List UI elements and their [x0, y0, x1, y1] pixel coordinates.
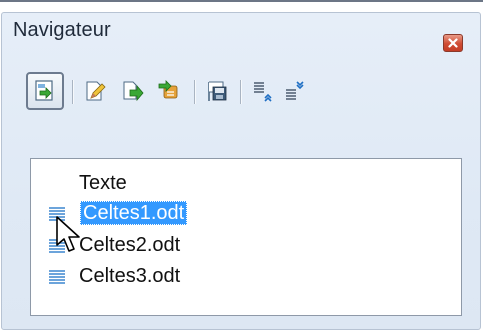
toolbar-separator: [240, 80, 242, 104]
navigator-tree[interactable]: Texte Celtes1.odt Celtes2.odt Celtes3.od…: [30, 158, 462, 316]
insert-icon: [158, 80, 178, 99]
save-as-button[interactable]: [202, 76, 232, 106]
list-item-label: Celtes2.odt: [79, 234, 181, 256]
list-item-label: Celtes1.odt: [80, 201, 188, 225]
update-button[interactable]: [118, 76, 148, 106]
navigator-toggle-icon: [35, 80, 53, 101]
insert-button[interactable]: [154, 76, 184, 106]
move-down-button[interactable]: [280, 76, 310, 106]
update-arrow-icon: [123, 81, 144, 102]
move-up-button[interactable]: [248, 76, 278, 106]
toggle-button[interactable]: [26, 72, 64, 110]
tree-heading-label: Texte: [79, 172, 127, 194]
list-item[interactable]: Celtes3.odt: [31, 262, 461, 292]
list-item[interactable]: Celtes2.odt: [31, 231, 461, 261]
edit-button[interactable]: [80, 76, 110, 106]
edit-pencil-icon: [86, 81, 106, 101]
list-item[interactable]: Celtes1.odt: [31, 199, 461, 229]
navigator-toolbar: [26, 72, 466, 112]
close-icon: [448, 38, 458, 48]
document-list-icon: [49, 270, 65, 284]
close-button[interactable]: [443, 34, 463, 52]
tree-heading-row[interactable]: Texte: [31, 169, 461, 199]
save-as-icon: [208, 81, 227, 101]
window-title: Navigateur: [13, 19, 111, 41]
window-top-edge: [0, 0, 483, 2]
toolbar-separator: [72, 80, 74, 104]
document-list-icon: [49, 239, 65, 253]
toolbar-separator: [194, 80, 196, 104]
list-item-label: Celtes3.odt: [79, 265, 181, 287]
move-up-icon: [254, 82, 272, 102]
move-down-icon: [286, 81, 304, 100]
document-list-icon: [49, 207, 65, 221]
navigator-window: Navigateur Texte Celtes1.odt Celtes2.odt…: [0, 0, 483, 333]
